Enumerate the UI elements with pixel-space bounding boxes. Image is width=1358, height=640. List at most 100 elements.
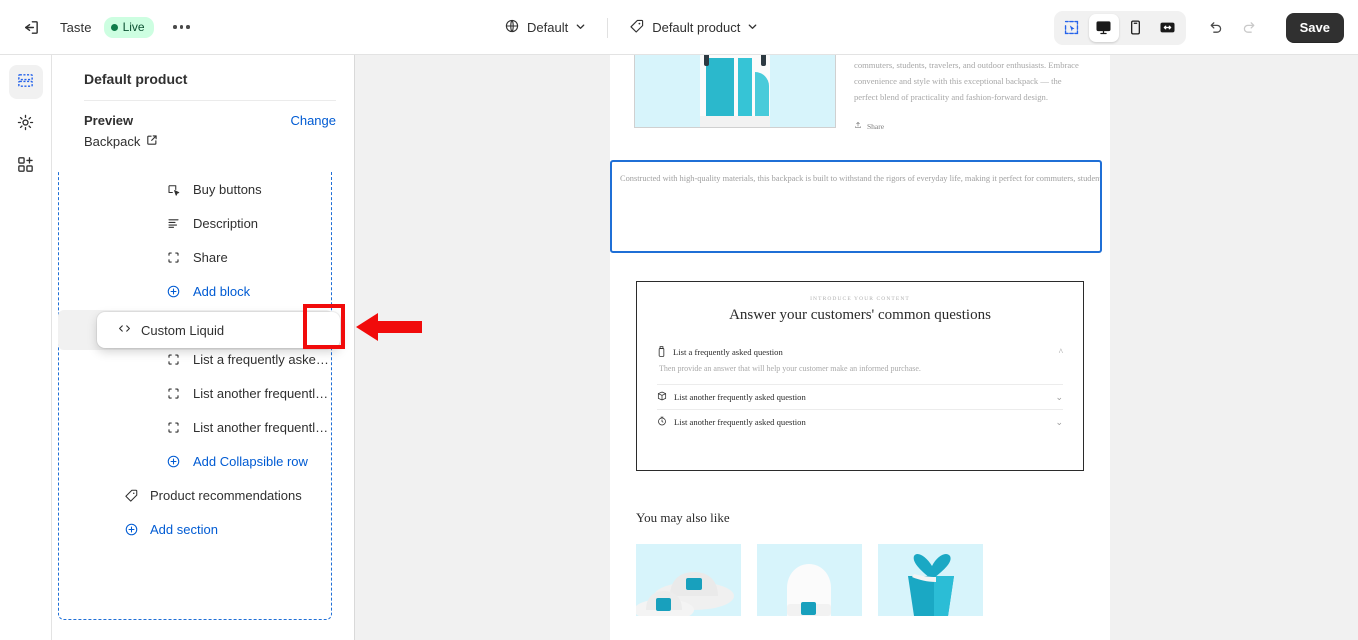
recommendations-grid [636, 544, 1084, 616]
faq-eyebrow: INTRODUCE YOUR CONTENT [810, 296, 910, 302]
custom-liquid-block-selected[interactable]: Constructed with high-quality materials,… [610, 160, 1102, 253]
buy-button-icon [162, 182, 184, 197]
status-dot-icon [110, 23, 118, 31]
cursor-select-icon[interactable] [1057, 14, 1087, 42]
sidebar-item-label: Share [193, 249, 228, 265]
chevron-down-icon[interactable]: ⌄ [1055, 417, 1063, 428]
sidebar-item-product-recommendations[interactable]: Product recommendations [52, 478, 337, 512]
recommendation-item-bucket-hat[interactable] [636, 544, 741, 616]
sidebar-item-label: List another frequently asked... [193, 385, 329, 401]
plus-circle-icon [162, 284, 184, 299]
block-icon [162, 352, 184, 367]
faq-row[interactable]: List another frequently asked question ⌄ [657, 409, 1063, 434]
preview-panel: Preview Change Backpack [52, 101, 354, 149]
sidebar-item-add-block[interactable]: Add block [52, 274, 337, 308]
share-button[interactable]: Share [854, 121, 1086, 131]
box-icon [657, 391, 667, 403]
sections-tree: Buy buttonsDescriptionShareAdd blockColl… [52, 172, 337, 546]
apps-tab[interactable] [9, 149, 43, 183]
top-bar-right: Save [1053, 0, 1344, 55]
sidebar-item-label: Description [193, 215, 259, 231]
block-icon [162, 386, 184, 401]
plus-circle-icon [162, 454, 184, 469]
external-link-icon [146, 134, 158, 149]
sidebar-item-list-another-frequently-asked[interactable]: List another frequently asked... [52, 376, 337, 410]
preview-product-label: Backpack [84, 134, 141, 149]
undo-redo-group [1200, 12, 1266, 44]
bottle-icon [657, 345, 666, 359]
chevron-down-icon [747, 20, 758, 35]
sidebar-item-label: List a frequently asked questi... [193, 351, 329, 367]
sidebar-item-list-another-frequently-asked[interactable]: List another frequently asked... [52, 410, 337, 444]
redo-icon[interactable] [1234, 12, 1266, 44]
change-preview-link[interactable]: Change [290, 113, 336, 128]
view-mode-group [1053, 10, 1186, 45]
bucket-hat-image [636, 572, 734, 616]
faq-title: Answer your customers' common questions [729, 307, 991, 323]
sidebar-item-label: Add Collapsible row [193, 453, 308, 469]
chevron-up-icon[interactable]: ^ [1059, 347, 1063, 357]
sidebar-item-add-section[interactable]: Add section [52, 512, 337, 546]
recommendation-item-gift-box[interactable] [878, 544, 983, 616]
sidebar-item-buy-buttons[interactable]: Buy buttons [52, 172, 337, 206]
save-button[interactable]: Save [1285, 12, 1344, 43]
product-image [634, 55, 836, 128]
share-icon [162, 250, 184, 265]
sidebar-item-share[interactable]: Share [52, 240, 337, 274]
product-top-section: commuters, students, travelers, and outd… [610, 55, 1110, 131]
storefront-preview: commuters, students, travelers, and outd… [610, 55, 1110, 640]
backpack-illustration [700, 55, 770, 127]
dragging-block-label: Custom Liquid [141, 322, 225, 338]
theme-settings-tab[interactable] [9, 107, 43, 141]
sections-scroll-area[interactable]: Buy buttonsDescriptionShareAdd blockColl… [52, 172, 354, 640]
template-selector[interactable]: Default product [620, 12, 767, 44]
sidebar-item-label: List another frequently asked... [193, 419, 329, 435]
sidebar-title: Default product [84, 71, 188, 87]
template-value: Default product [652, 20, 741, 35]
left-rail [0, 55, 52, 640]
recommendation-item-beanie[interactable] [757, 544, 862, 616]
chevron-down-icon[interactable]: ⌄ [1055, 392, 1063, 403]
top-bar: Taste Live Default Default product Save [0, 0, 1358, 55]
desktop-icon[interactable] [1088, 13, 1119, 42]
chevron-down-icon [575, 20, 586, 35]
sections-tab[interactable] [8, 65, 43, 99]
preview-canvas[interactable]: commuters, students, travelers, and outd… [355, 55, 1358, 640]
apps-add-icon [16, 155, 35, 177]
sidebar-item-add-collapsible-row[interactable]: Add Collapsible row [52, 444, 337, 478]
share-icon [854, 121, 862, 131]
gift-box-image [908, 554, 954, 616]
faq-question: List another frequently asked question [674, 392, 806, 402]
product-recommendations-section: You may also like [636, 510, 1084, 616]
annotation-highlight-box [303, 304, 345, 349]
tag-icon [120, 488, 142, 503]
sidebar-item-label: Add section [150, 521, 218, 537]
mobile-icon[interactable] [1121, 14, 1151, 42]
preview-product-name[interactable]: Backpack [84, 134, 336, 149]
collapsible-content-section[interactable]: INTRODUCE YOUR CONTENT Answer your custo… [636, 281, 1084, 471]
recommendations-title: You may also like [636, 510, 730, 525]
globe-icon [504, 18, 520, 37]
faq-answer: Then provide an answer that will help yo… [659, 364, 921, 373]
sections-icon [16, 71, 35, 93]
clock-icon [657, 416, 667, 428]
share-label: Share [867, 121, 885, 131]
sidebar-item-label: Add block [193, 283, 251, 299]
faq-row[interactable]: List a frequently asked question ^ Then … [657, 340, 1063, 384]
status-badge: Live [103, 16, 154, 38]
status-badge-label: Live [122, 20, 145, 34]
theme-editor-app: Taste Live Default Default product Save … [0, 0, 1358, 640]
annotation-arrow-icon [356, 310, 422, 349]
sidebar-item-description[interactable]: Description [52, 206, 337, 240]
block-icon [162, 420, 184, 435]
undo-icon[interactable] [1200, 12, 1232, 44]
description-icon [162, 216, 184, 231]
exit-icon[interactable] [14, 11, 46, 43]
ellipsis-icon[interactable] [166, 11, 198, 43]
top-bar-left: Taste Live [0, 11, 198, 43]
fullwidth-icon[interactable] [1153, 14, 1183, 42]
divider [607, 17, 609, 38]
locale-selector[interactable]: Default [495, 12, 595, 44]
faq-row[interactable]: List another frequently asked question ⌄ [657, 384, 1063, 409]
custom-liquid-text: Constructed with high-quality materials,… [620, 174, 1102, 183]
